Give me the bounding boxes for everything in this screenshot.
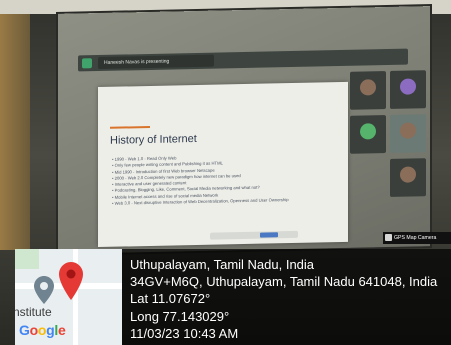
location-pin-icon [59, 262, 83, 300]
location-datetime: 11/03/23 10:43 AM [130, 325, 239, 341]
person-icon [360, 79, 376, 96]
location-place: Uthupalayam, Tamil Nadu, India [130, 257, 315, 272]
person-icon [400, 166, 416, 183]
presentation-slide: History of Internet 1990 - Web 1.0 - Rea… [98, 81, 348, 248]
gps-camera-label: GPS Map Camera [394, 235, 437, 241]
participant-tile [390, 158, 426, 197]
projector-screen: Haneesh Navas is presenting History of I… [58, 6, 430, 254]
map-camera-icon [385, 234, 392, 242]
meeting-toolbar: Haneesh Navas is presenting [78, 48, 408, 72]
place-marker-icon [34, 276, 54, 304]
participant-tile [390, 70, 426, 109]
share-controls [210, 230, 298, 240]
location-info: Uthupalayam, Tamil Nadu, India 34GV+M6Q,… [130, 256, 448, 342]
location-longitude: Long 77.143029° [130, 308, 230, 324]
person-icon [400, 78, 416, 95]
participant-panel [348, 70, 428, 237]
participant-tile [350, 71, 386, 110]
presenting-banner: Haneesh Navas is presenting [98, 54, 214, 70]
location-address: 34GV+M6Q, Uthupalayam, Tamil Nadu 641048… [130, 274, 438, 290]
person-icon [360, 123, 376, 140]
wall-left [0, 0, 30, 250]
participant-tile [350, 115, 386, 154]
meeting-app-icon [82, 58, 92, 69]
slide-bullets: 1990 - Web 1.0 - Read Only Web Only few … [112, 152, 332, 207]
map-park-area [15, 249, 39, 269]
person-icon [400, 122, 416, 139]
slide-accent-line [110, 125, 150, 129]
stop-sharing-button [260, 232, 278, 238]
map-place-label: nstitute [15, 305, 52, 319]
google-logo: Google [19, 322, 66, 338]
location-latitude: Lat 11.07672° [130, 291, 211, 307]
gps-camera-badge: GPS Map Camera [383, 232, 451, 244]
participant-tile-video [390, 114, 426, 153]
mini-map: nstitute Google [15, 249, 122, 345]
slide-title: History of Internet [110, 132, 197, 147]
